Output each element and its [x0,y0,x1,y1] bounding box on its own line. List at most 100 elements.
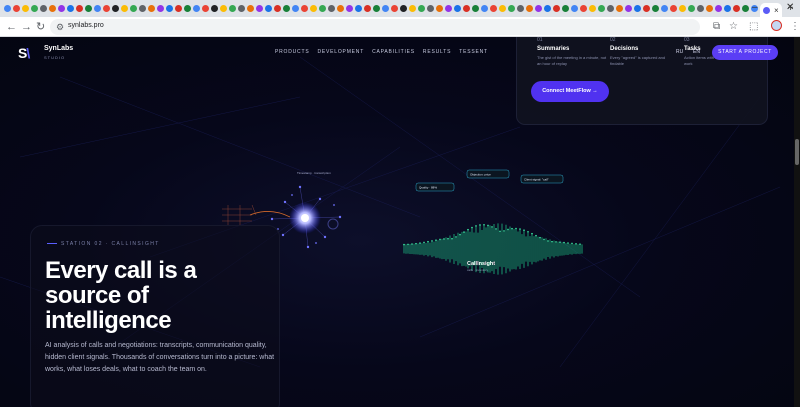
menu-icon[interactable]: ⋮ [790,21,800,33]
tab-favicon-icon[interactable] [490,5,497,12]
tab-favicon-icon[interactable] [499,5,506,12]
brand-name[interactable]: SynLabs [44,45,73,52]
close-window-button[interactable]: ✕ [786,2,794,13]
tab-favicon-icon[interactable] [130,5,137,12]
tab-favicon-icon[interactable] [139,5,146,12]
tab-favicon-icon[interactable] [454,5,461,12]
connect-meetflow-button[interactable]: Connect MeetFlow → [531,81,609,102]
tab-favicon-icon[interactable] [688,5,695,12]
tab-favicon-icon[interactable] [175,5,182,12]
tab-favicon-icon[interactable] [220,5,227,12]
tab-favicon-icon[interactable] [481,5,488,12]
tab-favicon-icon[interactable] [463,5,470,12]
nav-tessent[interactable]: TESSENT [459,49,488,55]
tab-favicon-icon[interactable] [184,5,191,12]
tab-favicon-icon[interactable] [94,5,101,12]
tab-favicon-icon[interactable] [571,5,578,12]
tab-favicon-icon[interactable] [508,5,515,12]
close-tab-icon[interactable]: × [774,6,779,15]
profile-avatar[interactable] [771,20,782,31]
tab-favicon-icon[interactable] [724,5,731,12]
tab-favicon-icon[interactable] [742,5,749,12]
tab-favicon-icon[interactable] [58,5,65,12]
tab-favicon-icon[interactable] [4,5,11,12]
tab-favicon-icon[interactable] [715,5,722,12]
nav-results[interactable]: RESULTS [423,49,451,55]
tab-favicon-icon[interactable] [355,5,362,12]
site-info-icon[interactable]: ⚙ [56,22,64,33]
tab-favicon-icon[interactable] [409,5,416,12]
tab-favicon-icon[interactable] [193,5,200,12]
tab-favicon-icon[interactable] [76,5,83,12]
tab-favicon-icon[interactable] [247,5,254,12]
tab-favicon-icon[interactable] [22,5,29,12]
tab-favicon-icon[interactable] [445,5,452,12]
tab-favicon-icon[interactable] [589,5,596,12]
tab-favicon-icon[interactable] [148,5,155,12]
tab-favicon-icon[interactable] [616,5,623,12]
tab-favicon-icon[interactable] [697,5,704,12]
tab-favicon-icon[interactable] [706,5,713,12]
tab-favicon-icon[interactable] [310,5,317,12]
active-tab[interactable]: × [760,3,782,17]
tab-favicon-icon[interactable] [31,5,38,12]
nav-development[interactable]: DEVELOPMENT [317,49,364,55]
tab-favicon-icon[interactable] [67,5,74,12]
tab-favicon-icon[interactable] [382,5,389,12]
reload-icon[interactable]: ↻ [36,20,45,34]
bookmark-star-icon[interactable]: ☆ [729,21,738,33]
tab-favicon-icon[interactable] [319,5,326,12]
tab-favicon-icon[interactable] [661,5,668,12]
nav-products[interactable]: PRODUCTS [275,49,309,55]
tab-favicon-icon[interactable] [346,5,353,12]
tab-favicon-icon[interactable] [652,5,659,12]
tab-favicon-icon[interactable] [337,5,344,12]
tab-favicon-icon[interactable] [211,5,218,12]
lang-ru-button[interactable]: RU [676,49,683,55]
tab-favicon-icon[interactable] [526,5,533,12]
tab-favicon-icon[interactable] [364,5,371,12]
tab-favicon-icon[interactable] [391,5,398,12]
tab-favicon-icon[interactable] [373,5,380,12]
tab-favicon-icon[interactable] [274,5,281,12]
tab-favicon-icon[interactable] [301,5,308,12]
tab-favicon-icon[interactable] [157,5,164,12]
translate-icon[interactable]: ⧉ [713,21,720,33]
tab-favicon-icon[interactable] [436,5,443,12]
tab-favicon-icon[interactable] [112,5,119,12]
tab-favicon-icon[interactable] [49,5,56,12]
tab-favicon-icon[interactable] [679,5,686,12]
tab-favicon-icon[interactable] [256,5,263,12]
tab-favicon-icon[interactable] [166,5,173,12]
tab-favicon-icon[interactable] [562,5,569,12]
tab-favicon-icon[interactable] [202,5,209,12]
tab-favicon-icon[interactable] [418,5,425,12]
tab-favicon-icon[interactable] [535,5,542,12]
tab-favicon-icon[interactable] [292,5,299,12]
tab-favicon-icon[interactable] [13,5,20,12]
tab-favicon-icon[interactable] [103,5,110,12]
tab-favicon-icon[interactable] [517,5,524,12]
address-bar[interactable]: ⚙ synlabs.pro [50,19,700,35]
tab-favicon-icon[interactable] [733,5,740,12]
url-text[interactable]: synlabs.pro [68,22,104,29]
tab-favicon-icon[interactable] [625,5,632,12]
tab-favicon-icon[interactable] [121,5,128,12]
tab-favicon-icon[interactable] [472,5,479,12]
page-scrollbar[interactable] [794,37,800,407]
tab-favicon-icon[interactable] [607,5,614,12]
tab-favicon-icon[interactable] [643,5,650,12]
tab-favicon-icon[interactable] [265,5,272,12]
tab-favicon-icon[interactable] [229,5,236,12]
tab-favicon-icon[interactable] [670,5,677,12]
tab-favicon-icon[interactable] [634,5,641,12]
tab-favicon-icon[interactable] [598,5,605,12]
tab-favicon-icon[interactable] [283,5,290,12]
tab-favicon-icon[interactable] [427,5,434,12]
extensions-icon[interactable]: ⬚ [749,21,758,33]
back-icon[interactable]: ← [6,20,17,34]
tab-favicon-icon[interactable] [580,5,587,12]
tab-favicon-icon[interactable] [553,5,560,12]
minimize-window-button[interactable]: – [752,2,758,13]
tab-favicon-icon[interactable] [400,5,407,12]
